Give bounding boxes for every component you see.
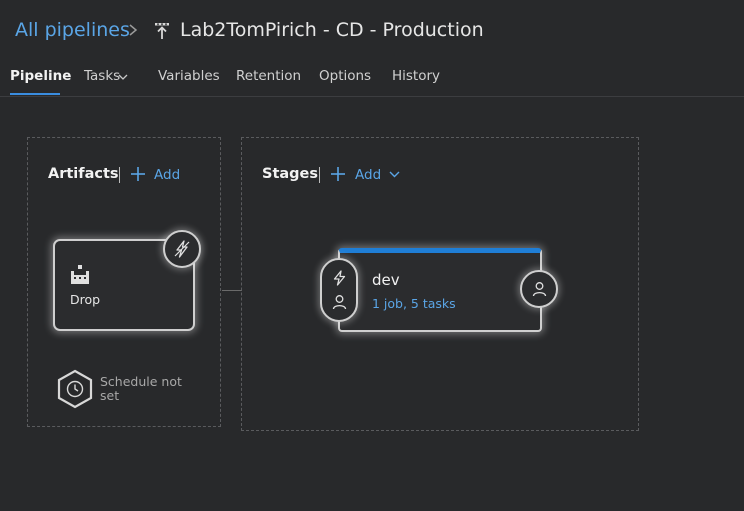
tab-retention[interactable]: Retention [236,68,301,84]
plus-icon[interactable] [330,166,346,182]
tab-options[interactable]: Options [319,68,371,84]
schedule-status-text: Schedule not set [100,374,182,403]
page-title: Lab2TomPirich - CD - Production [180,19,484,41]
pre-deployment-conditions-button[interactable] [320,258,358,322]
artifact-stage-connector [222,290,242,291]
stage-name: dev [372,271,400,289]
chevron-right-icon [129,24,138,36]
post-deployment-approvals-button[interactable] [520,270,558,308]
release-pipeline-icon [155,23,169,39]
chevron-down-icon[interactable] [118,74,128,80]
tab-pipeline[interactable]: Pipeline [10,68,71,84]
chevron-down-icon[interactable] [389,171,400,178]
breadcrumb-all-pipelines-link[interactable]: All pipelines [15,19,130,41]
tab-variables[interactable]: Variables [158,68,220,84]
add-artifact-button[interactable]: Add [154,167,180,183]
plus-icon[interactable] [130,166,146,182]
header-divider [0,96,744,97]
continuous-deployment-trigger-button[interactable] [163,230,201,268]
stages-title: Stages [262,166,319,182]
person-icon [532,282,547,297]
active-tab-indicator [10,93,60,95]
lightning-icon [174,240,190,258]
build-artifact-icon [71,265,89,284]
divider [119,167,120,183]
person-icon [332,295,347,310]
add-stage-button[interactable]: Add [355,167,381,183]
stage-card-dev[interactable] [338,248,542,332]
artifact-name: Drop [70,292,101,307]
tab-history[interactable]: History [392,68,440,84]
divider [319,167,320,183]
artifacts-title: Artifacts [48,166,119,182]
lightning-icon [333,270,346,286]
tab-tasks[interactable]: Tasks [84,68,120,84]
stage-tasks-link[interactable]: 1 job, 5 tasks [372,296,456,311]
schedule-clock-icon[interactable] [56,369,94,409]
